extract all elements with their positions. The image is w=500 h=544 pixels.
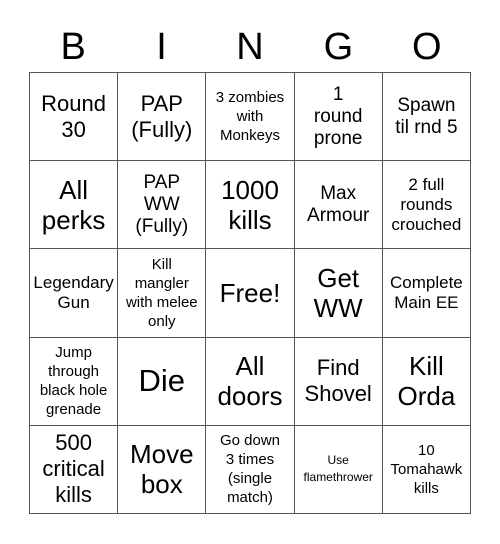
header-letter-b: B xyxy=(60,26,86,68)
bingo-cell[interactable]: Spawn til rnd 5 xyxy=(382,73,471,162)
bingo-cell[interactable]: Kill mangler with melee only xyxy=(118,249,207,338)
header-letter-g: G xyxy=(323,26,354,68)
bingo-cell-text: All doors xyxy=(217,351,283,412)
bingo-cell[interactable]: Get WW xyxy=(294,249,383,338)
bingo-cell[interactable]: 2 full rounds crouched xyxy=(382,161,471,250)
bingo-cell-text: Go down 3 times (single match) xyxy=(219,432,281,507)
bingo-cell[interactable]: 10 Tomahawk kills xyxy=(382,425,471,514)
bingo-cell-text: 1000 kills xyxy=(221,174,279,235)
bingo-cell[interactable]: PAP WW (Fully) xyxy=(118,161,207,250)
bingo-cell-text: Free! xyxy=(219,277,281,308)
bingo-cell-text: Find Shovel xyxy=(304,355,372,407)
bingo-cell[interactable]: 3 zombies with Monkeys xyxy=(206,73,295,162)
bingo-cell[interactable]: Kill Orda xyxy=(382,337,471,426)
bingo-cell-text: Spawn til rnd 5 xyxy=(395,94,458,138)
bingo-cell-text: 3 zombies with Monkeys xyxy=(215,89,285,145)
bingo-cell[interactable]: Go down 3 times (single match) xyxy=(206,425,295,514)
bingo-cell[interactable]: Move box xyxy=(118,425,207,514)
bingo-cell[interactable]: Die xyxy=(118,337,207,426)
bingo-cell-free[interactable]: Free! xyxy=(206,249,295,338)
bingo-cell-text: Max Armour xyxy=(307,182,370,226)
bingo-cell[interactable]: PAP (Fully) xyxy=(118,73,207,162)
bingo-cell-text: Kill Orda xyxy=(397,351,456,412)
bingo-header: B I N G O xyxy=(29,22,471,72)
bingo-cell-text: Move box xyxy=(130,439,194,500)
bingo-cell-text: Legendary Gun xyxy=(33,272,114,312)
bingo-cell-text: Die xyxy=(138,363,186,399)
bingo-cell[interactable]: 1000 kills xyxy=(206,161,295,250)
bingo-cell[interactable]: Max Armour xyxy=(294,161,383,250)
header-letter-o: O xyxy=(411,26,442,68)
bingo-cell[interactable]: Complete Main EE xyxy=(382,249,471,338)
bingo-cell-text: 1 round prone xyxy=(313,83,363,149)
bingo-cell[interactable]: Round 30 xyxy=(30,73,119,162)
bingo-cell-text: Jump through black hole grenade xyxy=(39,344,108,419)
bingo-cell-text: Complete Main EE xyxy=(390,272,463,312)
bingo-cell-text: Get WW xyxy=(313,262,363,323)
bingo-cell-text: PAP (Fully) xyxy=(131,90,193,142)
bingo-cell[interactable]: 500 critical kills xyxy=(30,425,119,514)
bingo-cell-text: Round 30 xyxy=(41,90,107,142)
bingo-cell[interactable]: Use flamethrower xyxy=(294,425,383,514)
bingo-cell[interactable]: All perks xyxy=(30,161,119,250)
bingo-board: Round 30 PAP (Fully) 3 zombies with Monkey… xyxy=(29,72,471,514)
bingo-cell-text: 500 critical kills xyxy=(42,430,105,508)
bingo-cell-text: Kill mangler with melee only xyxy=(125,255,198,330)
bingo-cell-text: All perks xyxy=(41,174,106,235)
header-letter-i: I xyxy=(156,26,167,68)
bingo-cell[interactable]: Jump through black hole grenade xyxy=(30,337,119,426)
bingo-cell[interactable]: All doors xyxy=(206,337,295,426)
bingo-cell[interactable]: Find Shovel xyxy=(294,337,383,426)
header-letter-n: N xyxy=(236,26,264,68)
bingo-cell-text: 2 full rounds crouched xyxy=(391,174,462,234)
bingo-cell-text: Use flamethrower xyxy=(303,453,373,485)
bingo-cell-text: PAP WW (Fully) xyxy=(135,171,189,237)
bingo-cell[interactable]: Legendary Gun xyxy=(30,249,119,338)
bingo-cell[interactable]: 1 round prone xyxy=(294,73,383,162)
bingo-cell-text: 10 Tomahawk kills xyxy=(390,441,463,497)
